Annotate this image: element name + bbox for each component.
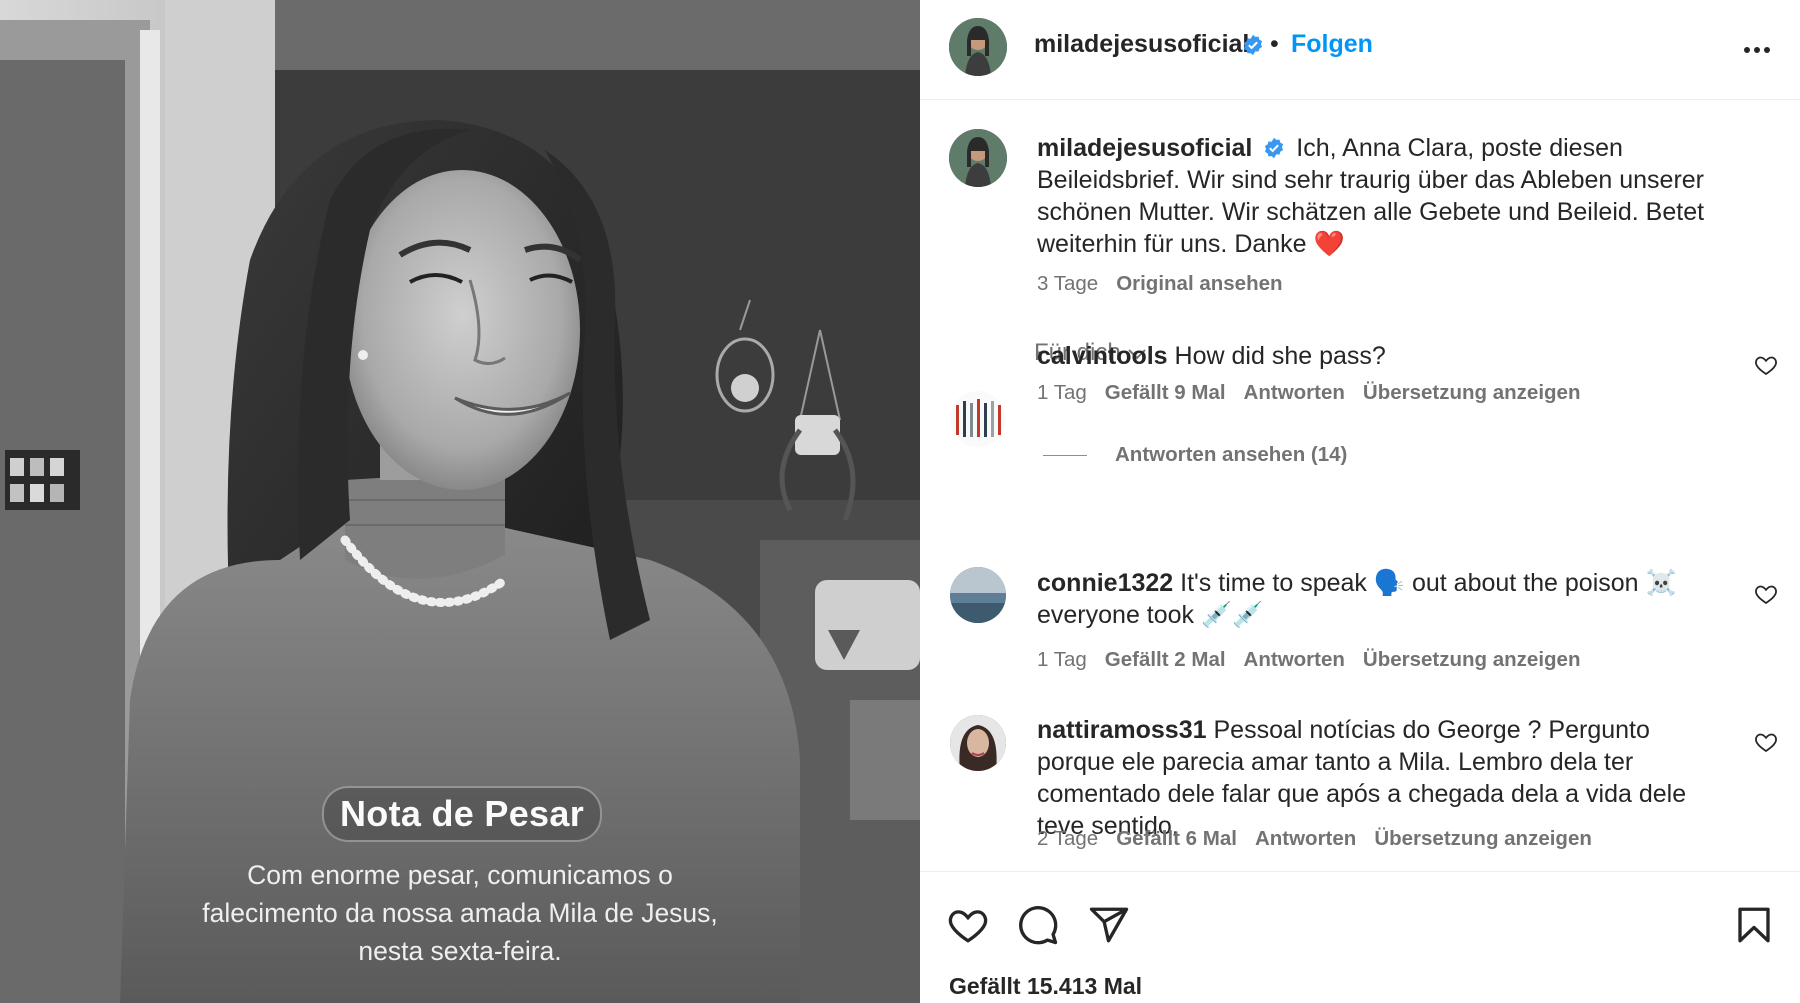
see-original-link[interactable]: Original ansehen xyxy=(1116,272,1282,295)
comment-username[interactable]: nattiramoss31 xyxy=(1037,716,1207,744)
comment-text: calvintools How did she pass? xyxy=(1037,340,1727,372)
post-header: miladejesusoficial • Folgen xyxy=(920,0,1800,100)
overlay-line: falecimento da nossa amada Mila de Jesus… xyxy=(202,898,718,928)
translate-button[interactable]: Übersetzung anzeigen xyxy=(1363,648,1581,671)
comment-likes[interactable]: Gefällt 2 Mal xyxy=(1105,648,1226,671)
comment-meta: 1 Tag Gefällt 2 Mal Antworten Übersetzung a… xyxy=(1037,648,1580,672)
heart-icon[interactable] xyxy=(1754,730,1778,754)
reply-button[interactable]: Antworten xyxy=(1244,381,1345,404)
translate-button[interactable]: Übersetzung anzeigen xyxy=(1374,827,1592,850)
overlay-line: nesta sexta-feira. xyxy=(358,936,562,966)
comment-likes[interactable]: Gefällt 9 Mal xyxy=(1105,381,1226,404)
heart-icon[interactable] xyxy=(1754,353,1778,377)
post-image[interactable]: Nota de Pesar Com enorme pesar, comunica… xyxy=(0,0,920,1003)
separator-dot: • xyxy=(1270,30,1279,58)
caption-username[interactable]: miladejesusoficial xyxy=(1037,134,1252,162)
replies-divider xyxy=(1043,455,1087,457)
caption-avatar[interactable] xyxy=(949,129,1007,187)
post-action-bar: Gefällt 15.413 Mal xyxy=(920,871,1800,1003)
comment-text: connie1322 It's time to speak 🗣️ out abo… xyxy=(1037,567,1727,631)
commenter-avatar[interactable] xyxy=(950,391,1006,447)
overlay-text: Com enorme pesar, comunicamos o falecime… xyxy=(160,856,760,970)
verified-badge-icon xyxy=(1243,34,1263,56)
comment-age[interactable]: 1 Tag xyxy=(1037,648,1087,671)
follow-button[interactable]: Folgen xyxy=(1291,30,1373,59)
comment-body: everyone took xyxy=(1037,601,1195,629)
caption-age[interactable]: 3 Tage xyxy=(1037,272,1098,295)
reply-button[interactable]: Antworten xyxy=(1244,648,1345,671)
translate-button[interactable]: Übersetzung anzeigen xyxy=(1363,381,1581,404)
comment-text: nattiramoss31 Pessoal notícias do George… xyxy=(1037,714,1727,842)
comment-username[interactable]: calvintools xyxy=(1037,342,1168,370)
comment-meta: 2 Tage Gefällt 6 Mal Antworten Übersetzung … xyxy=(1037,827,1592,851)
red-heart-emoji: ❤️ xyxy=(1313,230,1345,258)
speaking-head-emoji: 🗣️ xyxy=(1373,569,1406,597)
view-replies-button[interactable]: Antworten ansehen (14) xyxy=(1043,443,1347,467)
instagram-post-view: Nota de Pesar Com enorme pesar, comunica… xyxy=(0,0,1800,1003)
heart-icon[interactable] xyxy=(947,904,989,946)
more-dots-icon[interactable] xyxy=(1742,35,1772,65)
comments-scroll-area[interactable]: miladejesusoficial Ich, Anna Clara, post… xyxy=(920,101,1800,871)
syringe-emoji: 💉💉 xyxy=(1201,601,1264,629)
commenter-avatar[interactable] xyxy=(950,567,1006,623)
author-username[interactable]: miladejesusoficial xyxy=(1034,30,1249,59)
overlay-line: Com enorme pesar, comunicamos o xyxy=(247,860,673,890)
comment-age[interactable]: 1 Tag xyxy=(1037,381,1087,404)
author-avatar[interactable] xyxy=(949,18,1007,76)
comment-likes[interactable]: Gefällt 6 Mal xyxy=(1116,827,1237,850)
view-replies-label: Antworten ansehen (14) xyxy=(1115,443,1348,466)
verified-badge-icon xyxy=(1265,137,1284,159)
comment-body: How did she pass? xyxy=(1174,342,1386,370)
comment-body: out about the poison xyxy=(1411,569,1639,597)
heart-icon[interactable] xyxy=(1754,582,1778,606)
commenter-avatar[interactable] xyxy=(950,715,1006,771)
skull-crossbones-emoji: ☠️ xyxy=(1645,569,1677,597)
bookmark-icon[interactable] xyxy=(1733,904,1775,946)
paper-plane-icon[interactable] xyxy=(1088,904,1130,946)
likes-count[interactable]: Gefällt 15.413 Mal xyxy=(949,973,1142,1000)
comment-bubble-icon[interactable] xyxy=(1017,904,1059,946)
grayscale-portrait-photo xyxy=(0,0,920,1003)
caption-text: miladejesusoficial Ich, Anna Clara, post… xyxy=(1037,132,1757,260)
comment-body: It's time to speak xyxy=(1180,569,1367,597)
reply-button[interactable]: Antworten xyxy=(1255,827,1356,850)
comment-meta: 1 Tag Gefällt 9 Mal Antworten Übersetzung a… xyxy=(1037,381,1580,405)
overlay-title: Nota de Pesar xyxy=(322,786,602,842)
caption-meta: 3 Tage Original ansehen xyxy=(1037,272,1283,296)
comment-age[interactable]: 2 Tage xyxy=(1037,827,1098,850)
post-sidebar: miladejesusoficial • Folgen miladejesuso… xyxy=(920,0,1800,1003)
comment-username[interactable]: connie1322 xyxy=(1037,569,1173,597)
